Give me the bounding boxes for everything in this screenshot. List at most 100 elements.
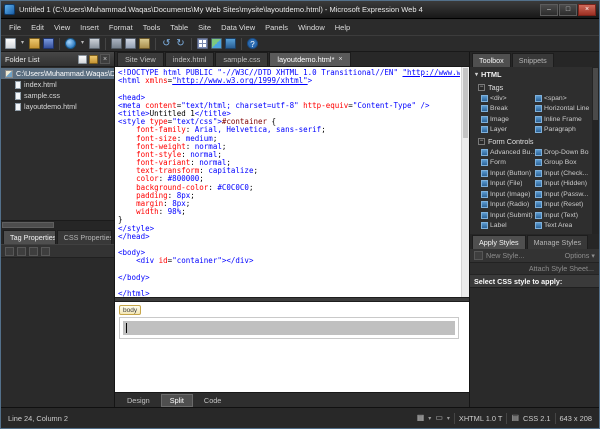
toolbox-item-input-file[interactable]: Input (File) bbox=[481, 179, 535, 190]
menu-table[interactable]: Table bbox=[165, 21, 193, 34]
toolbox-item-paragraph[interactable]: Paragraph bbox=[535, 125, 589, 136]
scrollbar-thumb[interactable] bbox=[463, 68, 468, 138]
style-application-dropdown-icon[interactable]: ▾ bbox=[447, 415, 450, 422]
insert-table-icon[interactable] bbox=[197, 38, 208, 49]
toolbox-item-input-image[interactable]: Input (Image) bbox=[481, 189, 535, 200]
toolbox-group-tags[interactable]: −Tags bbox=[475, 81, 589, 93]
code-line[interactable]: </body> bbox=[118, 274, 460, 282]
toolbox-item-text-area[interactable]: Text Area bbox=[535, 221, 589, 232]
visual-aids-icon[interactable]: ▦ bbox=[417, 413, 425, 423]
tab-toolbox[interactable]: Toolbox bbox=[472, 53, 511, 67]
new-document-icon[interactable] bbox=[5, 38, 16, 49]
design-view[interactable]: body bbox=[115, 302, 469, 392]
toolbox-item-input-reset[interactable]: Input (Reset) bbox=[535, 200, 589, 211]
code-line[interactable]: width: 98%; bbox=[118, 208, 460, 216]
toolbox-item-break[interactable]: Break bbox=[481, 104, 535, 115]
help-icon[interactable]: ? bbox=[247, 38, 258, 49]
code-editor[interactable]: <!DOCTYPE html PUBLIC "-//W3C//DTD XHTML… bbox=[115, 67, 469, 297]
minimize-button[interactable]: – bbox=[540, 4, 558, 16]
editor-tab-layoutdemo-html[interactable]: layoutdemo.html*× bbox=[269, 52, 350, 66]
code-line[interactable]: </html> bbox=[118, 290, 460, 297]
tab-apply-styles[interactable]: Apply Styles bbox=[472, 235, 526, 249]
toolbox-item-layer[interactable]: Layer bbox=[481, 125, 535, 136]
container-div[interactable] bbox=[123, 321, 455, 335]
menu-insert[interactable]: Insert bbox=[75, 21, 104, 34]
code-line[interactable]: font-family: Arial, Helvetica, sans-seri… bbox=[118, 126, 460, 134]
categorized-icon[interactable] bbox=[5, 247, 14, 256]
toolbox-item-image[interactable]: Image bbox=[481, 114, 535, 125]
redo-icon[interactable]: ↻ bbox=[175, 38, 186, 49]
maximize-button[interactable]: □ bbox=[559, 4, 577, 16]
menu-format[interactable]: Format bbox=[104, 21, 138, 34]
editor-tab-index-html[interactable]: index.html bbox=[165, 52, 215, 66]
code-line[interactable]: font-size: medium; bbox=[118, 135, 460, 143]
save-icon[interactable] bbox=[43, 38, 54, 49]
toolbox-item-input-check[interactable]: Input (Check... bbox=[535, 168, 589, 179]
menu-tools[interactable]: Tools bbox=[138, 21, 166, 34]
toolbox-item-div[interactable]: <div> bbox=[481, 93, 535, 104]
toolbox-item-input-hidden[interactable]: Input (Hidden) bbox=[535, 179, 589, 190]
doctype-indicator[interactable]: XHTML 1.0 T bbox=[459, 414, 503, 423]
paste-icon[interactable] bbox=[139, 38, 150, 49]
toolbox-item-span[interactable]: <span> bbox=[535, 93, 589, 104]
print-icon[interactable] bbox=[89, 38, 100, 49]
menu-edit[interactable]: Edit bbox=[26, 21, 49, 34]
insert-picture-icon[interactable] bbox=[211, 38, 222, 49]
code-line[interactable]: <div id="container"></div> bbox=[118, 257, 460, 265]
code-line[interactable]: <body> bbox=[118, 249, 460, 257]
tag-chip-body[interactable]: body bbox=[119, 305, 141, 315]
code-vertical-scrollbar[interactable] bbox=[461, 67, 469, 297]
summary-icon[interactable] bbox=[41, 247, 50, 256]
tab-manage-styles[interactable]: Manage Styles bbox=[527, 235, 589, 249]
editor-tab-sample-css[interactable]: sample.css bbox=[215, 52, 268, 66]
options-button[interactable]: Options ▾ bbox=[565, 251, 595, 260]
tab-snippets[interactable]: Snippets bbox=[512, 53, 554, 67]
code-line[interactable]: text-transform: capitalize; bbox=[118, 167, 460, 175]
code-line[interactable] bbox=[118, 85, 460, 93]
toolbox-group-form-controls[interactable]: −Form Controls bbox=[475, 135, 589, 147]
css-schema-indicator[interactable]: CSS 2.1 bbox=[523, 414, 551, 423]
code-line[interactable]: font-weight: normal; bbox=[118, 143, 460, 151]
preview-dropdown-icon[interactable]: ▾ bbox=[79, 38, 86, 49]
hyperlink-icon[interactable] bbox=[225, 38, 236, 49]
view-tab-design[interactable]: Design bbox=[118, 394, 159, 407]
code-line[interactable] bbox=[118, 241, 460, 249]
toolbox-item-inline-frame[interactable]: Inline Frame bbox=[535, 114, 589, 125]
scrollbar-thumb[interactable] bbox=[593, 68, 598, 120]
code-line[interactable]: margin: 8px; bbox=[118, 200, 460, 208]
toolbox-item-input-text[interactable]: Input (Text) bbox=[535, 210, 589, 221]
menu-data-view[interactable]: Data View bbox=[216, 21, 260, 34]
toolbox-item-group-box[interactable]: Group Box bbox=[535, 158, 589, 169]
code-line[interactable]: color: #800000; bbox=[118, 175, 460, 183]
view-tab-code[interactable]: Code bbox=[195, 394, 230, 407]
toolbox-section-html[interactable]: ▾HTML bbox=[475, 69, 589, 81]
new-style-button[interactable]: New Style... bbox=[486, 251, 524, 260]
menu-view[interactable]: View bbox=[49, 21, 75, 34]
tab-css-properties[interactable]: CSS Properties bbox=[57, 230, 112, 244]
code-line[interactable]: </head> bbox=[118, 233, 460, 241]
code-line[interactable]: </style> bbox=[118, 225, 460, 233]
open-icon[interactable] bbox=[29, 38, 40, 49]
toolbox-item-form[interactable]: Form bbox=[481, 158, 535, 169]
undo-icon[interactable]: ↺ bbox=[161, 38, 172, 49]
file-layoutdemo-html[interactable]: layoutdemo.html bbox=[1, 101, 114, 112]
visual-aids-dropdown-icon[interactable]: ▾ bbox=[428, 415, 431, 422]
toolbox-item-advanced-bu[interactable]: Advanced Bu... bbox=[481, 147, 535, 158]
editor-tab-site-view[interactable]: Site View bbox=[117, 52, 164, 66]
design-pane-size[interactable]: 643 x 208 bbox=[560, 414, 592, 423]
view-tab-split[interactable]: Split bbox=[161, 394, 193, 407]
new-page-icon[interactable] bbox=[78, 55, 87, 64]
preview-icon[interactable] bbox=[65, 38, 76, 49]
toolbox-item-input-submit[interactable]: Input (Submit) bbox=[481, 210, 535, 221]
toolbox-item-drop-down-box[interactable]: Drop-Down Box bbox=[535, 147, 589, 158]
menu-panels[interactable]: Panels bbox=[260, 21, 293, 34]
file-sample-css[interactable]: sample.css bbox=[1, 90, 114, 101]
cut-icon[interactable] bbox=[111, 38, 122, 49]
code-line[interactable]: <html xmlns="http://www.w3.org/1999/xhtm… bbox=[118, 77, 460, 85]
code-line[interactable]: font-style: normal; bbox=[118, 151, 460, 159]
folder-root-item[interactable]: C:\Users\Muhammad.Waqas\Documents\M bbox=[1, 68, 114, 79]
scrollbar-thumb[interactable] bbox=[2, 222, 54, 228]
toolbox-item-label[interactable]: Label bbox=[481, 221, 535, 232]
menu-file[interactable]: File bbox=[4, 21, 26, 34]
code-line[interactable] bbox=[118, 266, 460, 274]
